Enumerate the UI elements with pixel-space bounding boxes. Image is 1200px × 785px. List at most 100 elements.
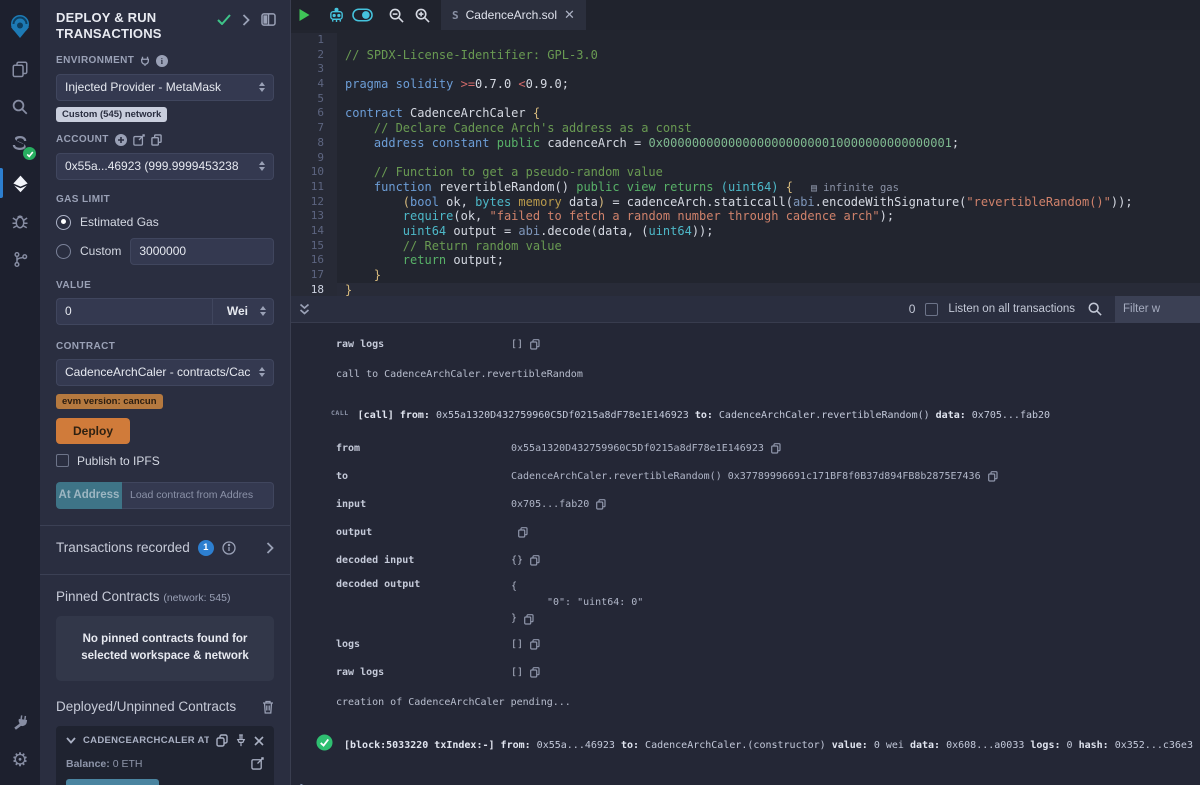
zoom-out-icon[interactable] — [383, 0, 409, 30]
contract-select[interactable]: CadenceArchCaler - contracts/Cac — [56, 359, 274, 386]
line-number: 5 — [291, 92, 337, 107]
trash-icon[interactable] — [262, 700, 274, 714]
pinned-contracts-heading: Pinned Contracts (network: 545) — [56, 575, 274, 604]
line-number: 4 — [291, 77, 337, 92]
copy-icon[interactable] — [530, 339, 540, 350]
line-number: 17 — [291, 268, 337, 283]
collapse-chevron-icon[interactable] — [66, 737, 76, 744]
line-number: 9 — [291, 151, 337, 166]
evm-version-badge: evm version: cancun — [56, 394, 163, 409]
code-area[interactable]: 12// SPDX-License-Identifier: GPL-3.034p… — [291, 30, 1200, 297]
run-script-icon[interactable] — [291, 0, 317, 30]
deploy-button[interactable]: Deploy — [56, 418, 130, 444]
terminal-log[interactable]: raw logs[]call to CadenceArchCaler.rever… — [291, 323, 1200, 785]
ai-assistant-icon[interactable] — [323, 0, 349, 30]
select-stepper-icon — [259, 82, 265, 92]
transactions-expand-icon[interactable] — [266, 542, 274, 554]
gas-limit-label: GAS LIMIT — [56, 194, 274, 205]
terminal-row: from0x55a1320D432759960C5Df0215a8dF78e1E… — [291, 434, 1200, 462]
panel-title: DEPLOY & RUN TRANSACTIONS — [56, 10, 196, 43]
listen-checkbox[interactable] — [925, 303, 938, 316]
select-stepper-icon — [259, 161, 265, 171]
copy-account-icon[interactable] — [151, 134, 162, 146]
add-account-icon[interactable] — [115, 134, 127, 146]
value-unit-select[interactable]: Wei — [212, 298, 274, 325]
copy-icon[interactable] — [530, 555, 540, 566]
line-number: 6 — [291, 106, 337, 121]
panel-layout-icon[interactable] — [261, 13, 276, 26]
copy-address-icon[interactable] — [216, 734, 228, 747]
select-stepper-icon — [259, 367, 265, 377]
code-editor: S CadenceArch.sol ✕ 12// SPDX-License-Id… — [290, 0, 1200, 296]
code-line: 10 // Function to get a pseudo-random va… — [291, 165, 1200, 180]
select-stepper-icon — [260, 306, 266, 316]
debugger-icon[interactable] — [0, 202, 40, 240]
copy-icon[interactable] — [518, 527, 528, 538]
solidity-compiler-icon[interactable] — [0, 126, 40, 164]
plugin-manager-icon[interactable] — [0, 703, 40, 741]
pinned-empty-state: No pinned contracts found for selected w… — [56, 616, 274, 682]
zoom-in-icon[interactable] — [409, 0, 435, 30]
pin-icon[interactable] — [235, 734, 247, 747]
terminal-search-icon[interactable] — [1088, 302, 1102, 316]
tab-close-icon[interactable]: ✕ — [564, 7, 575, 23]
code-line: 14 uint64 output = abi.decode(data, (uin… — [291, 224, 1200, 239]
plug-small-icon[interactable] — [140, 55, 150, 66]
code-line: 4pragma solidity >=0.7.0 <0.9.0; — [291, 77, 1200, 92]
environment-select[interactable]: Injected Provider - MetaMask — [56, 74, 274, 101]
code-line: 13 require(ok, "failed to fetch a random… — [291, 209, 1200, 224]
file-explorer-icon[interactable] — [0, 50, 40, 88]
settings-gear-icon[interactable]: ⚙ — [0, 741, 40, 779]
cadencearch-function-button[interactable]: cadenceArch — [66, 779, 159, 785]
git-branch-icon[interactable] — [0, 240, 40, 278]
line-number: 15 — [291, 239, 337, 254]
copy-icon[interactable] — [771, 443, 781, 454]
terminal-row: input0x705...fab20 — [291, 490, 1200, 518]
terminal-collapse-icon[interactable] — [299, 303, 310, 316]
value-input[interactable]: 0 — [56, 298, 212, 325]
at-address-button[interactable]: At Address — [56, 482, 122, 509]
tab-label: CadenceArch.sol — [466, 8, 557, 22]
search-icon[interactable] — [0, 88, 40, 126]
code-line: 8 address constant public cadenceArch = … — [291, 136, 1200, 151]
code-line: 3 — [291, 62, 1200, 77]
terminal-row: CALL[call] from: 0x55a1320D432759960C5Df… — [291, 390, 1200, 434]
terminal-prompt[interactable]: > — [291, 766, 1200, 785]
radio-selected-icon — [56, 215, 71, 230]
copy-icon[interactable] — [596, 499, 606, 510]
line-number: 7 — [291, 121, 337, 136]
edit-account-icon[interactable] — [133, 134, 145, 146]
line-number: 2 — [291, 48, 337, 63]
code-line: 16 return output; — [291, 253, 1200, 268]
deploy-run-panel: DEPLOY & RUN TRANSACTIONS ENVIRONMENT i … — [40, 0, 290, 785]
terminal-filter-input[interactable] — [1115, 296, 1200, 323]
environment-info-icon[interactable]: i — [156, 55, 168, 67]
edit-balance-icon[interactable] — [251, 757, 264, 770]
code-line: 17 } — [291, 268, 1200, 283]
publish-ipfs-checkbox[interactable]: Publish to IPFS — [56, 454, 274, 468]
radio-icon — [56, 244, 71, 259]
account-select[interactable]: 0x55a...46923 (999.9999453238 — [56, 153, 274, 180]
copilot-toggle-icon[interactable] — [349, 0, 375, 30]
copy-icon[interactable] — [530, 639, 540, 650]
panel-forward-icon[interactable] — [242, 14, 250, 26]
custom-gas-radio[interactable]: Custom — [56, 244, 121, 259]
at-address-input[interactable] — [122, 482, 274, 509]
remove-instance-icon[interactable] — [254, 736, 264, 746]
copy-icon[interactable] — [988, 471, 998, 482]
remix-logo-icon — [0, 2, 40, 50]
terminal-row: output — [291, 518, 1200, 546]
estimated-gas-radio[interactable]: Estimated Gas — [56, 215, 274, 230]
terminal-row: raw logs[] — [291, 330, 1200, 358]
custom-gas-input[interactable]: 3000000 — [130, 238, 274, 265]
deploy-run-icon[interactable] — [0, 164, 40, 202]
line-number: 12 — [291, 195, 337, 210]
transactions-info-icon[interactable] — [222, 541, 236, 555]
tab-cadencearch-sol[interactable]: S CadenceArch.sol ✕ — [441, 0, 586, 30]
copy-icon[interactable] — [530, 667, 540, 678]
code-line: 12 (bool ok, bytes memory data) = cadenc… — [291, 195, 1200, 210]
copy-icon[interactable] — [524, 614, 534, 625]
terminal: 0 Listen on all transactions raw logs[]c… — [290, 296, 1200, 785]
network-badge: Custom (545) network — [56, 107, 167, 122]
line-number: 1 — [291, 33, 337, 48]
